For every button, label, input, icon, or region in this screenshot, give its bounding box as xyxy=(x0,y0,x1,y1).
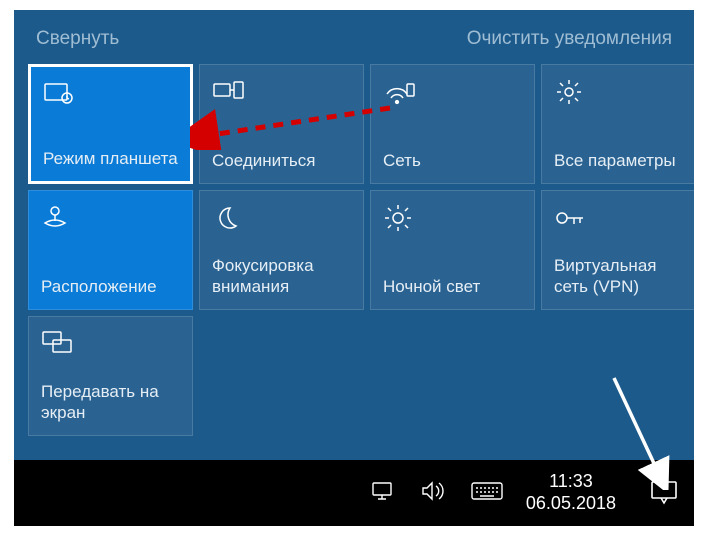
network-icon xyxy=(383,75,522,109)
location-icon xyxy=(41,201,180,235)
action-center-panel: Свернуть Очистить уведомления Режим план… xyxy=(14,10,694,460)
tile-all-settings[interactable]: Все параметры xyxy=(541,64,706,184)
collapse-link[interactable]: Свернуть xyxy=(36,28,119,50)
taskbar: 11:33 06.05.2018 xyxy=(14,460,694,526)
network-tray-icon[interactable] xyxy=(370,479,398,508)
tile-location[interactable]: Расположение xyxy=(28,190,193,310)
settings-gear-icon xyxy=(554,75,693,109)
action-center-button[interactable] xyxy=(638,470,690,516)
tile-label: Все параметры xyxy=(554,151,693,171)
volume-tray-icon[interactable] xyxy=(420,479,448,508)
tile-network[interactable]: Сеть xyxy=(370,64,535,184)
tile-tablet-mode[interactable]: Режим планшета xyxy=(28,64,193,184)
keyboard-tray-icon[interactable] xyxy=(470,480,504,507)
tile-connect[interactable]: Соединиться xyxy=(199,64,364,184)
tile-project[interactable]: Передавать на экран xyxy=(28,316,193,436)
taskbar-time: 11:33 xyxy=(526,471,616,493)
sun-icon xyxy=(383,201,522,235)
tile-night-light[interactable]: Ночной свет xyxy=(370,190,535,310)
tile-label: Виртуальная сеть (VPN) xyxy=(554,256,693,297)
tablet-mode-icon xyxy=(43,77,178,111)
project-screen-icon xyxy=(41,327,180,361)
tile-label: Фокусировка внимания xyxy=(212,256,351,297)
quick-action-tiles: Режим планшета Соединиться Сеть Все пара… xyxy=(14,64,694,446)
tile-focus-assist[interactable]: Фокусировка внимания xyxy=(199,190,364,310)
tile-label: Сеть xyxy=(383,151,522,171)
tile-label: Ночной свет xyxy=(383,277,522,297)
vpn-icon xyxy=(554,201,693,235)
action-center-header: Свернуть Очистить уведомления xyxy=(14,10,694,64)
connect-icon xyxy=(212,75,351,109)
moon-icon xyxy=(212,201,351,235)
taskbar-datetime[interactable]: 11:33 06.05.2018 xyxy=(526,471,616,514)
tile-vpn[interactable]: Виртуальная сеть (VPN) xyxy=(541,190,706,310)
tile-label: Расположение xyxy=(41,277,180,297)
tile-label: Передавать на экран xyxy=(41,382,180,423)
clear-notifications-link[interactable]: Очистить уведомления xyxy=(467,28,672,50)
tile-label: Режим планшета xyxy=(43,149,178,169)
taskbar-date: 06.05.2018 xyxy=(526,493,616,515)
tile-label: Соединиться xyxy=(212,151,351,171)
